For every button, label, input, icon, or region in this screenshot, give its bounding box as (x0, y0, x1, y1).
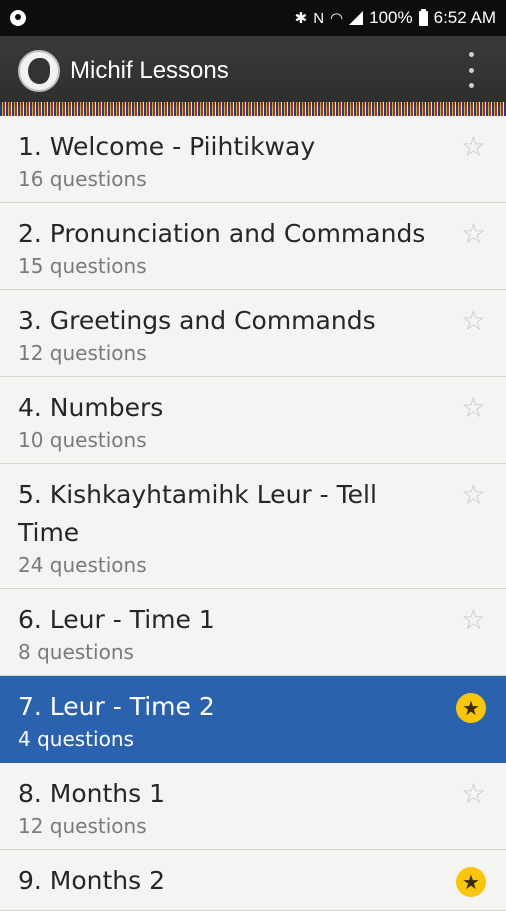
lesson-item[interactable]: 2. Pronunciation and Commands 15 question… (0, 203, 506, 290)
overflow-menu-icon[interactable] (468, 52, 474, 88)
lesson-item[interactable]: 3. Greetings and Commands 12 questions ☆ (0, 290, 506, 377)
app-title: Michif Lessons (70, 57, 229, 84)
star-outline-icon[interactable]: ☆ (461, 132, 486, 162)
lesson-title: 6. Leur - Time 1 (18, 605, 215, 634)
nfc-icon: N (313, 9, 325, 27)
sash-divider (0, 102, 506, 116)
star-outline-icon[interactable]: ☆ (461, 219, 486, 249)
lesson-title: 3. Greetings and Commands (18, 306, 376, 335)
lesson-question-count: 12 questions (18, 814, 147, 838)
lesson-title: 5. Kishkayhtamihk Leur - Tell Time (18, 480, 377, 547)
lesson-title: 9. Months 2 (18, 866, 166, 895)
bluetooth-icon: ✱ (294, 10, 308, 27)
star-outline-icon[interactable]: ☆ (461, 393, 486, 423)
star-outline-icon[interactable]: ☆ (461, 605, 486, 635)
clock: 6:52 AM (433, 8, 496, 27)
lesson-item[interactable]: 4. Numbers 10 questions ☆ (0, 377, 506, 464)
lesson-title: 2. Pronunciation and Commands (18, 219, 426, 248)
star-filled-icon[interactable]: ★ (456, 867, 486, 897)
lesson-item[interactable]: 7. Leur - Time 2 4 questions ★ (0, 676, 506, 763)
lesson-question-count: 4 questions (18, 727, 134, 751)
lesson-item[interactable]: 8. Months 1 12 questions ☆ (0, 763, 506, 850)
star-outline-icon[interactable]: ☆ (461, 306, 486, 336)
status-right: ✱ N ◠ 100% 6:52 AM (295, 8, 496, 28)
star-outline-icon[interactable]: ☆ (461, 480, 486, 510)
lesson-title: 1. Welcome - Piihtikway (18, 132, 316, 161)
status-bar: ✱ N ◠ 100% 6:52 AM (0, 0, 506, 36)
lesson-question-count: 8 questions (18, 640, 134, 664)
lesson-item[interactable]: 5. Kishkayhtamihk Leur - Tell Time 24 que… (0, 464, 506, 589)
lesson-item[interactable]: 6. Leur - Time 1 8 questions ☆ (0, 589, 506, 676)
lesson-item[interactable]: 1. Welcome - Piihtikway 16 questions ☆ (0, 116, 506, 203)
battery-icon (418, 8, 428, 26)
lesson-question-count: 15 questions (18, 254, 147, 278)
signal-icon (349, 11, 364, 25)
lesson-item[interactable]: 9. Months 2 ★ (0, 850, 506, 911)
battery-percent: 100% (369, 8, 413, 27)
lesson-title: 8. Months 1 (18, 779, 166, 808)
status-left (10, 10, 26, 26)
lesson-title: 7. Leur - Time 2 (18, 692, 215, 721)
lesson-question-count: 24 questions (18, 553, 147, 577)
lesson-question-count: 12 questions (18, 341, 147, 365)
lesson-question-count (18, 900, 446, 910)
lesson-question-count: 16 questions (18, 167, 147, 191)
star-filled-icon[interactable]: ★ (456, 693, 486, 723)
app-logo-icon (18, 50, 60, 92)
lesson-question-count: 10 questions (18, 428, 147, 452)
lesson-title: 4. Numbers (18, 393, 164, 422)
notification-app-icon (10, 10, 26, 26)
lesson-list: 1. Welcome - Piihtikway 16 questions ☆ 2. P… (0, 116, 506, 911)
wifi-icon: ◠ (330, 10, 344, 27)
star-outline-icon[interactable]: ☆ (461, 779, 486, 809)
app-bar: Michif Lessons (0, 36, 506, 106)
